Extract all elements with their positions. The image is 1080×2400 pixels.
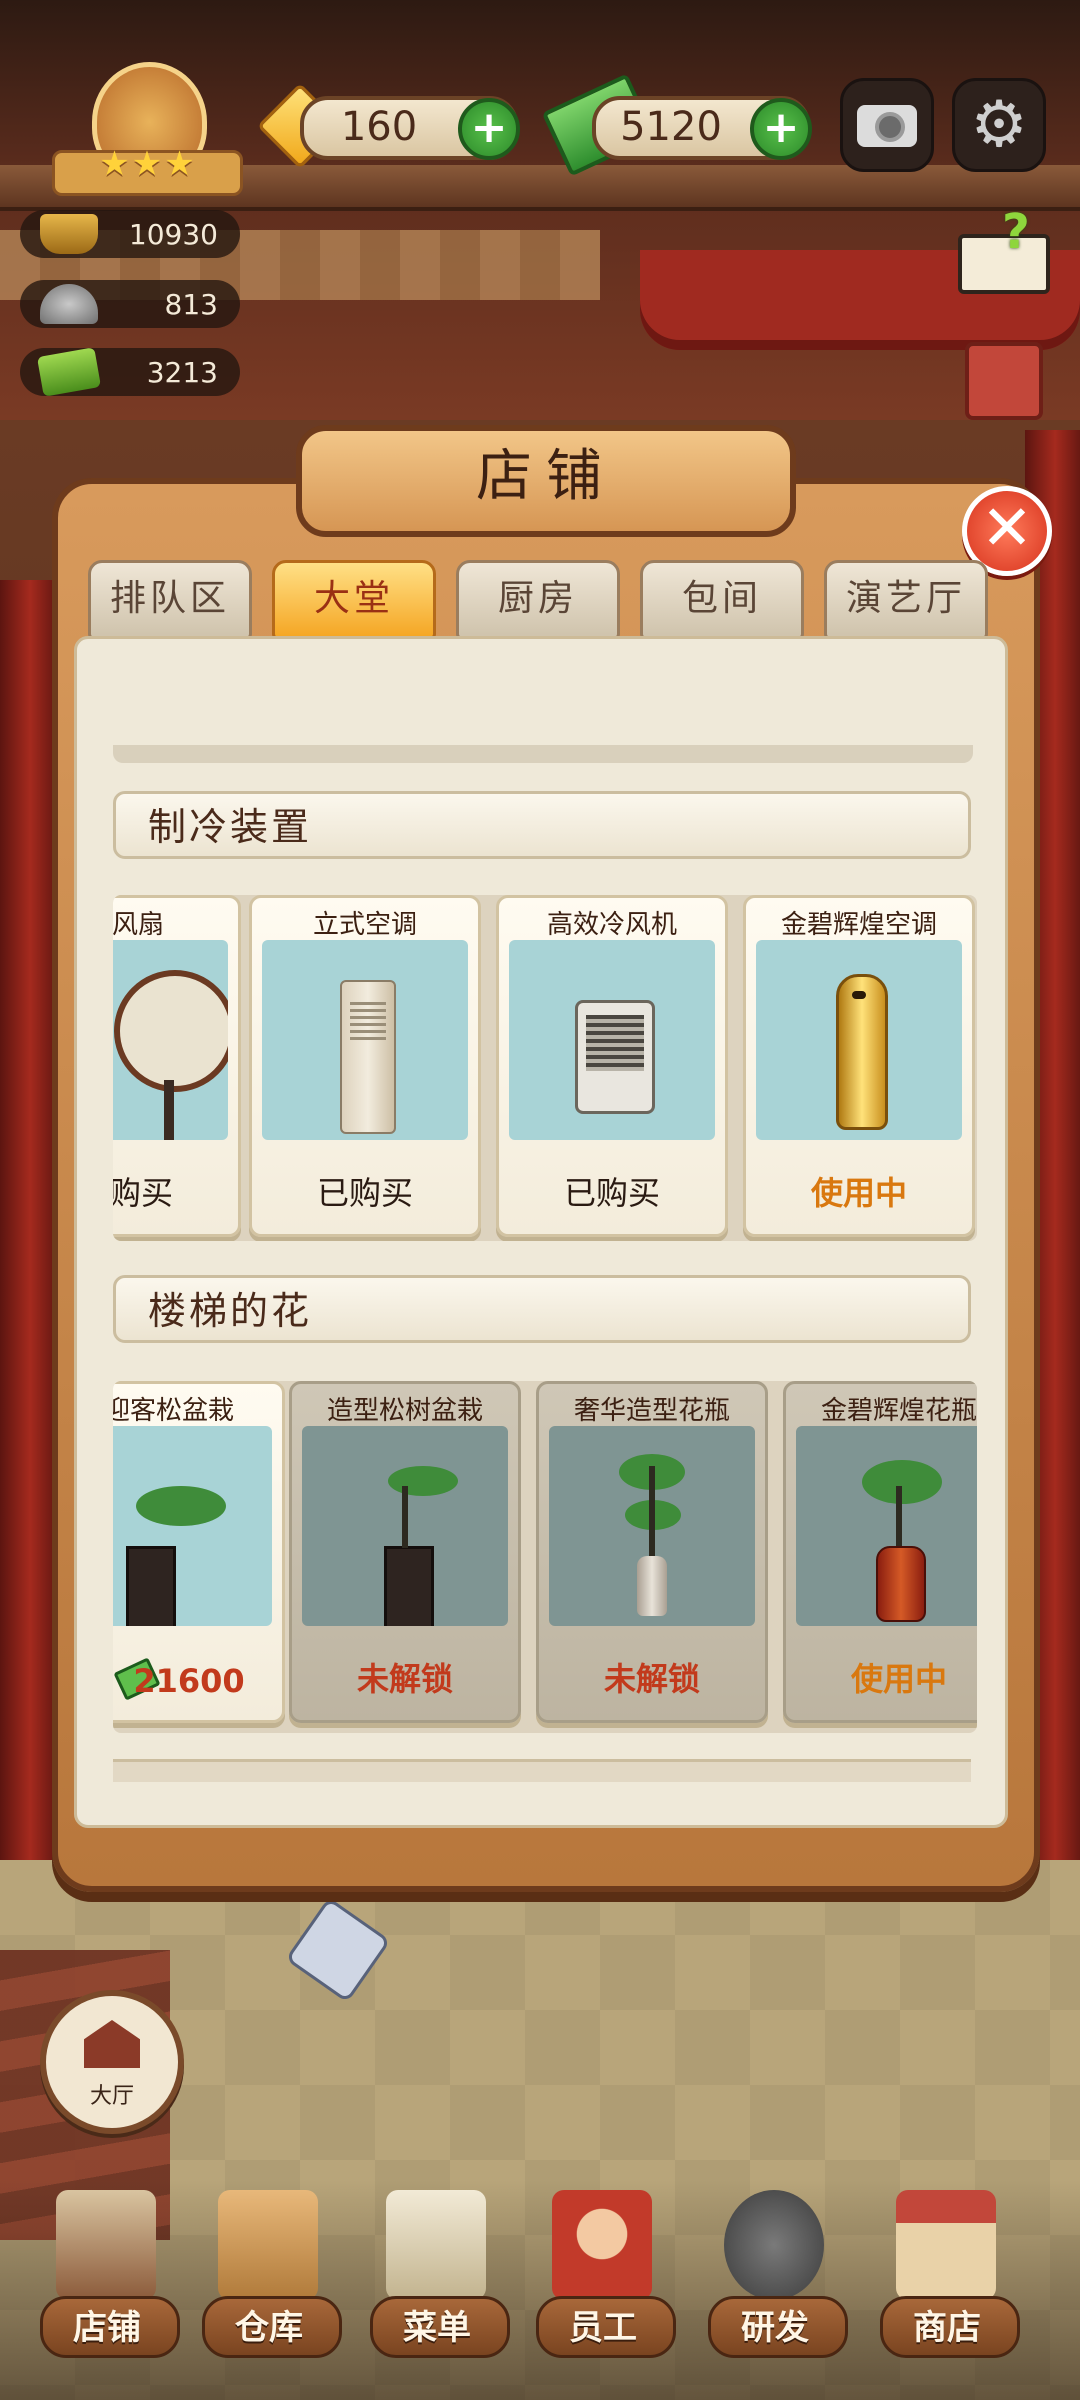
panel-title: 店铺 (296, 425, 796, 537)
nav-menu[interactable]: 菜单 (362, 2190, 512, 2390)
gold-pot-icon (40, 214, 98, 254)
item-status-in-use: 使用中 (850, 1660, 947, 1698)
item-card-welcome-pine[interactable]: 迎客松盆栽 21600 (113, 1381, 285, 1723)
nav-label: 店铺 (73, 2308, 141, 2348)
item-card-air-cooler[interactable]: 高效冷风机 已购买 (496, 895, 728, 1237)
stat-value: 813 (164, 288, 218, 321)
item-picture (509, 940, 715, 1140)
tab-queue-area[interactable]: 排队区 (88, 560, 252, 640)
previous-section-edge (113, 745, 973, 763)
staff-chef-icon (552, 2190, 652, 2300)
nav-staff[interactable]: 员工 (528, 2190, 678, 2390)
section-header-cooling: 制冷装置 (113, 791, 971, 859)
question-mark-icon: ? (1002, 204, 1030, 260)
item-picture (756, 940, 962, 1140)
guide-book-button[interactable]: ? (958, 204, 1050, 294)
nav-research[interactable]: 研发 (700, 2190, 850, 2390)
item-name: 电风扇 (113, 910, 164, 940)
fan-icon (114, 970, 228, 1092)
stat-revenue: 10930 (20, 210, 240, 258)
item-name: 迎客松盆栽 (113, 1396, 234, 1426)
red-pillar-left (0, 580, 60, 2040)
tab-performance-hall[interactable]: 演艺厅 (824, 560, 988, 640)
storefront-icon (56, 2190, 156, 2300)
cooling-items-row[interactable]: 电风扇 已购买 立式空调 已购买 高效冷风机 已购买 金碧辉煌空调 (113, 895, 977, 1241)
menu-book-icon (36, 347, 102, 397)
item-picture (113, 940, 228, 1140)
stat-value: 10930 (128, 218, 218, 251)
gem-count: 160 (340, 104, 418, 150)
recipe-book-button[interactable] (965, 342, 1043, 420)
item-name: 立式空调 (312, 910, 417, 940)
item-name: 金碧辉煌空调 (780, 910, 937, 940)
item-name: 造型松树盆栽 (326, 1396, 483, 1426)
pine-bonsai-icon (126, 1546, 176, 1626)
restaurant-rank-emblem[interactable]: ★★★ (52, 62, 243, 196)
add-gems-button[interactable]: + (458, 98, 520, 160)
item-picture (302, 1426, 508, 1626)
item-status: 已购买 (316, 1174, 413, 1212)
nav-label: 菜单 (403, 2308, 471, 2348)
gear-icon: ⚙ (970, 88, 1028, 162)
hall-button[interactable]: 大厅 (40, 1990, 184, 2134)
golden-ac-icon (836, 974, 888, 1130)
white-vase-icon (637, 1556, 667, 1616)
red-vase-icon (876, 1546, 926, 1622)
cloche-icon (40, 284, 98, 324)
cash-counter: 5120 + (592, 96, 812, 160)
item-card-luxury-vase[interactable]: 奢华造型花瓶 未解锁 (536, 1381, 768, 1723)
nav-warehouse[interactable]: 仓库 (194, 2190, 344, 2390)
item-picture (113, 1426, 272, 1626)
nav-shop[interactable]: 店铺 (32, 2190, 182, 2390)
add-cash-button[interactable]: + (750, 98, 812, 160)
tab-lobby[interactable]: 大堂 (272, 560, 436, 640)
flower-items-row[interactable]: 迎客松盆栽 21600 造型松树盆栽 未解锁 奢华造型花瓶 未解锁 金碧辉煌花瓶… (113, 1381, 977, 1733)
nav-label: 研发 (741, 2308, 809, 2348)
item-status: 已购买 (113, 1174, 173, 1212)
standing-ac-icon (340, 980, 396, 1134)
stat-menu: 3213 (20, 347, 240, 397)
tab-kitchen[interactable]: 厨房 (456, 560, 620, 640)
item-card-golden-ac[interactable]: 金碧辉煌空调 使用中 (743, 895, 975, 1237)
boxes-icon (218, 2190, 318, 2300)
gem-counter: 160 + (300, 96, 520, 160)
rank-stars-icon: ★★★ (99, 144, 197, 184)
item-picture (262, 940, 468, 1140)
item-card-golden-vase[interactable]: 金碧辉煌花瓶 使用中 (783, 1381, 977, 1723)
item-name: 奢华造型花瓶 (573, 1396, 730, 1426)
item-name: 金碧辉煌花瓶 (820, 1396, 977, 1426)
item-status-locked: 未解锁 (356, 1660, 453, 1698)
nav-label: 商店 (913, 2308, 981, 2348)
content-bottom-edge (113, 1759, 971, 1782)
item-card-standing-ac[interactable]: 立式空调 已购买 (249, 895, 481, 1237)
settings-button[interactable]: ⚙ (952, 78, 1046, 172)
wok-icon (724, 2190, 824, 2300)
item-name: 高效冷风机 (546, 910, 677, 940)
shop-content[interactable]: 制冷装置 电风扇 已购买 立式空调 已购买 高效冷风机 已购买 金 (74, 636, 1008, 1828)
item-status: 已购买 (563, 1174, 660, 1212)
camera-button[interactable] (840, 78, 934, 172)
item-card-fan[interactable]: 电风扇 已购买 (113, 895, 241, 1237)
tab-private-room[interactable]: 包间 (640, 560, 804, 640)
hall-label: 大厅 (89, 2084, 134, 2109)
item-picture (796, 1426, 977, 1626)
item-card-shaped-pine[interactable]: 造型松树盆栽 未解锁 (289, 1381, 521, 1723)
store-icon (896, 2190, 996, 2300)
house-icon (84, 2020, 140, 2068)
stat-dishes: 813 (20, 280, 240, 328)
item-picture (549, 1426, 755, 1626)
item-price: 21600 (133, 1662, 245, 1700)
cash-count: 5120 (620, 104, 722, 150)
shaped-pine-icon (384, 1546, 434, 1626)
nav-label: 仓库 (235, 2308, 303, 2348)
clipboard-icon (386, 2190, 486, 2300)
air-cooler-icon (575, 1000, 655, 1114)
item-status-in-use: 使用中 (810, 1174, 907, 1212)
nav-label: 员工 (569, 2308, 637, 2348)
item-status-locked: 未解锁 (603, 1660, 700, 1698)
section-header-stair-flowers: 楼梯的花 (113, 1275, 971, 1343)
nav-store[interactable]: 商店 (872, 2190, 1022, 2390)
stat-value: 3213 (146, 356, 218, 389)
